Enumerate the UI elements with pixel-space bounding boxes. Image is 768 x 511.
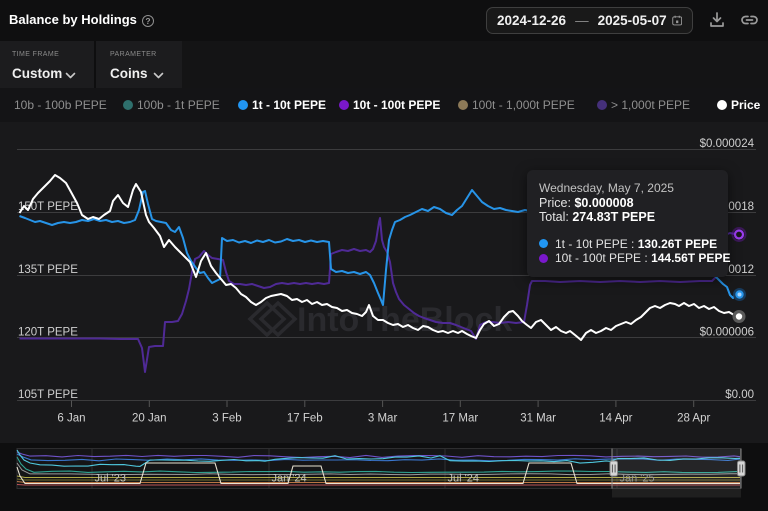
svg-text:20 Jan: 20 Jan	[132, 413, 167, 425]
svg-text:28 Apr: 28 Apr	[677, 413, 710, 425]
svg-text:Jul '24: Jul '24	[448, 473, 479, 485]
svg-text:14 Apr: 14 Apr	[599, 413, 632, 425]
svg-text:150T PEPE: 150T PEPE	[18, 201, 78, 213]
svg-text:3 Feb: 3 Feb	[212, 413, 241, 425]
svg-text:17 Mar: 17 Mar	[442, 413, 478, 425]
svg-text:$0.000006: $0.000006	[700, 327, 754, 339]
svg-text:120T PEPE: 120T PEPE	[18, 327, 78, 339]
svg-text:105T PEPE: 105T PEPE	[18, 389, 78, 401]
svg-text:Jul '23: Jul '23	[95, 473, 126, 485]
svg-text:135T PEPE: 135T PEPE	[18, 264, 78, 276]
svg-text:31 Mar: 31 Mar	[520, 413, 556, 425]
svg-text:$0.000024: $0.000024	[700, 138, 755, 150]
svg-text:Jan '24: Jan '24	[272, 473, 307, 485]
svg-text:17 Feb: 17 Feb	[287, 413, 323, 425]
svg-text:3 Mar: 3 Mar	[368, 413, 398, 425]
svg-text:$0.00: $0.00	[725, 389, 754, 401]
svg-text:6 Jan: 6 Jan	[57, 413, 85, 425]
